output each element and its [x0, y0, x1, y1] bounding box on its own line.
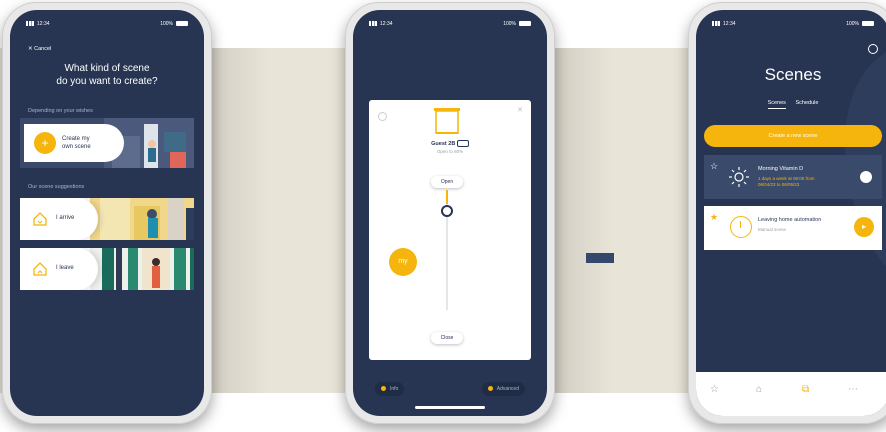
suggestion-arrive-card[interactable]: I arrive: [20, 198, 194, 240]
settings-icon[interactable]: [378, 112, 387, 121]
section-label: Depending on your wishes: [28, 108, 93, 114]
star-filled-icon[interactable]: ★: [710, 212, 718, 223]
phone-create-scene: 12:34 100% ✕ Cancel What kind of scene d…: [2, 2, 212, 424]
blind-icon: [434, 108, 460, 134]
scene-detail-line: 06/04/23 to 06/05/23: [758, 182, 800, 187]
info-label: Info: [390, 386, 399, 392]
device-status: Open to 80%: [436, 149, 464, 154]
more-icon[interactable]: ⋯: [848, 384, 858, 395]
scene-name: Leaving home automation: [758, 217, 822, 223]
scene-toggle[interactable]: [860, 171, 872, 183]
sun-icon: [729, 167, 749, 187]
phone-scenes-list: 12:34 100% Scenes Scenes Schedule Create…: [688, 2, 886, 424]
divider-bar: [586, 253, 614, 263]
status-bar: 12:34 100%: [369, 19, 531, 29]
device-name: Guest 2B: [369, 140, 531, 147]
title-line: do you want to create?: [56, 76, 158, 87]
create-line: Create my: [62, 136, 90, 142]
band-shadow: [552, 48, 612, 393]
scene-detail: Manual scene: [758, 227, 787, 232]
info-icon: [381, 386, 386, 392]
cancel-button[interactable]: ✕ Cancel: [28, 46, 51, 52]
tab-scenes[interactable]: Scenes: [767, 100, 786, 109]
page-title: Scenes: [764, 65, 822, 84]
star-icon[interactable]: ☆: [710, 384, 719, 395]
create-text: Create my own scene: [62, 135, 91, 151]
scenes-icon[interactable]: ⧉: [802, 384, 809, 395]
scene-row[interactable]: ☆ Morning Vitamin D 1 days a week at 08:…: [704, 155, 882, 199]
clock-hand: [740, 221, 741, 228]
suggestion-leave-card[interactable]: I leave: [20, 248, 194, 290]
close-button[interactable]: Close: [431, 332, 463, 344]
create-scene-button[interactable]: Create a new scene: [704, 125, 882, 147]
cancel-label: Cancel: [34, 46, 52, 52]
device-name-text: Guest 2B: [431, 140, 456, 147]
open-button[interactable]: Open: [431, 176, 463, 188]
tab-bar: Scenes Schedule: [696, 100, 886, 109]
advanced-icon: [487, 386, 493, 392]
battery-small-icon: [456, 140, 469, 147]
advanced-label: Advanced: [496, 386, 519, 392]
star-outline-icon[interactable]: ☆: [710, 161, 718, 172]
signal-icon: [26, 21, 34, 27]
home-icon[interactable]: ⌂: [756, 384, 762, 395]
my-position-button[interactable]: my: [389, 248, 417, 276]
battery-text: 100%: [503, 21, 516, 27]
create-own-scene-card[interactable]: + Create my own scene: [20, 118, 194, 168]
battery-icon: [176, 21, 188, 27]
scene-row[interactable]: ★ Leaving home automation Manual scene ▸: [704, 206, 882, 250]
arrive-illustration: [90, 198, 194, 240]
house-arrive-icon: [33, 212, 47, 226]
signal-icon: [369, 21, 377, 27]
run-scene-button[interactable]: ▸: [854, 217, 874, 237]
suggestion-label: I arrive: [56, 215, 75, 221]
position-fill: [446, 190, 448, 204]
suggestion-pill: I leave: [20, 248, 98, 290]
gear-icon[interactable]: [868, 44, 878, 54]
scene-detail: 1 days a week at 08:00 from 06/04/23 to …: [758, 176, 815, 188]
create-pill: + Create my own scene: [24, 124, 124, 162]
battery-text: 100%: [160, 21, 173, 27]
band-shadow: [208, 48, 268, 393]
phone-screen: 12:34 100% Scenes Scenes Schedule Create…: [696, 10, 886, 416]
section-label: Our scene suggestions: [28, 184, 85, 190]
phone-screen: 12:34 100% ✕ Cancel What kind of scene d…: [10, 10, 204, 416]
status-bar: 12:34 100%: [26, 19, 188, 29]
house-leave-icon: [33, 262, 47, 276]
phone-device-control: 12:34 100% ✕ Guest 2B Open to 80% Open C…: [345, 2, 555, 424]
home-indicator: [415, 406, 485, 409]
close-icon[interactable]: ✕: [517, 106, 523, 114]
bottom-tabbar: ☆ ⌂ ⧉ ⋯: [696, 372, 886, 416]
create-line: own scene: [62, 144, 91, 150]
suggestion-pill: I arrive: [20, 198, 98, 240]
advanced-button[interactable]: Advanced: [481, 382, 525, 396]
title-line: What kind of scene: [64, 63, 150, 74]
page-title: What kind of scene do you want to create…: [20, 62, 194, 88]
clock-icon: [730, 216, 752, 238]
plus-icon: +: [34, 132, 56, 154]
device-modal: ✕ Guest 2B Open to 80% Open Close: [369, 100, 531, 360]
scene-name: Morning Vitamin D: [758, 166, 804, 172]
phone-screen: 12:34 100% ✕ Guest 2B Open to 80% Open C…: [353, 10, 547, 416]
position-knob[interactable]: [441, 205, 453, 217]
suggestion-label: I leave: [56, 265, 74, 271]
tab-schedule[interactable]: Schedule: [795, 100, 818, 108]
leave-illustration: [90, 248, 194, 290]
status-time: 12:34: [37, 21, 50, 27]
battery-icon: [519, 21, 531, 27]
status-time: 12:34: [380, 21, 393, 27]
info-button[interactable]: Info: [375, 382, 405, 396]
